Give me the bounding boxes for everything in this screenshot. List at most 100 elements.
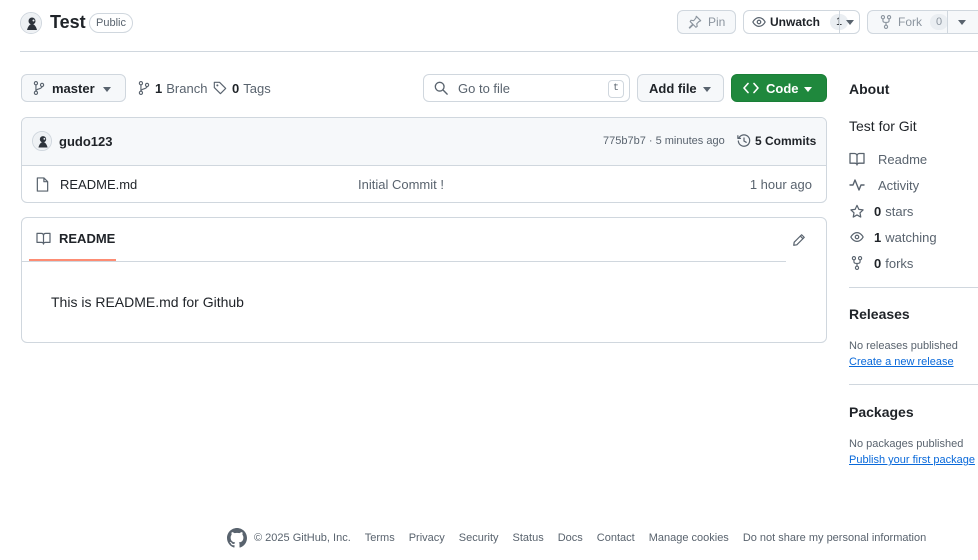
unwatch-label: Unwatch (770, 15, 821, 29)
branch-name: master (52, 80, 95, 96)
commit-author[interactable]: gudo123 (59, 134, 112, 149)
branch-icon (33, 81, 45, 95)
divider (947, 11, 948, 33)
fork-icon (880, 15, 892, 29)
file-name[interactable]: README.md (60, 177, 137, 192)
branch-icon (138, 81, 150, 95)
sidebar-divider (849, 384, 978, 385)
book-icon (849, 152, 865, 166)
branches-count: 1 (155, 80, 163, 96)
repo-header: Test Public Pin Unwatch 1 Fork 0 (20, 10, 978, 40)
sidebar-item-label: Readme (878, 151, 928, 167)
branch-selector[interactable]: master (21, 74, 126, 102)
commits-label: 5 Commits (755, 134, 817, 148)
about-description: Test for Git (849, 118, 917, 134)
tab-readme[interactable]: README (29, 218, 116, 261)
unwatch-button[interactable]: Unwatch 1 (743, 10, 860, 34)
footer-copyright: © 2025 GitHub, Inc. (254, 532, 351, 544)
table-row[interactable]: README.md Initial Commit ! 1 hour ago (22, 166, 826, 202)
sidebar-item-label: stars (885, 203, 914, 219)
create-release-link[interactable]: Create a new release (849, 356, 954, 368)
readme-content: This is README.md for Github (51, 294, 244, 310)
footer-link-security[interactable]: Security (459, 532, 499, 544)
footer-link-do-not-share[interactable]: Do not share my personal information (743, 532, 926, 544)
releases-empty-text: No releases published (849, 340, 958, 352)
tags-count: 0 (232, 80, 240, 96)
fork-button[interactable]: Fork 0 (867, 10, 978, 34)
repo-name[interactable]: Test (50, 12, 86, 33)
code-icon (743, 82, 759, 94)
pin-icon (688, 15, 702, 29)
sidebar-item-count: 0 (874, 203, 882, 219)
footer-link-status[interactable]: Status (513, 532, 544, 544)
sidebar-item-label: watching (885, 229, 937, 245)
releases-heading[interactable]: Releases (849, 306, 910, 322)
readme-panel: README This is README.md for Github (21, 217, 827, 343)
owner-avatar[interactable] (20, 12, 42, 34)
file-commit-message[interactable]: Initial Commit ! (358, 177, 444, 192)
footer-link-docs[interactable]: Docs (558, 532, 583, 544)
fork-icon (851, 256, 863, 270)
branches-label: Branch (166, 80, 208, 96)
sidebar-item-count: 0 (874, 255, 882, 271)
pin-label: Pin (708, 15, 726, 29)
footer-link-terms[interactable]: Terms (365, 532, 395, 544)
packages-heading[interactable]: Packages (849, 404, 914, 420)
chevron-down-icon (103, 87, 111, 92)
sidebar-item-watching[interactable]: 1 watching (849, 228, 937, 246)
history-icon (737, 134, 751, 147)
footer-link-privacy[interactable]: Privacy (409, 532, 445, 544)
author-avatar[interactable] (32, 131, 52, 151)
chevron-down-icon[interactable] (846, 20, 854, 25)
pencil-icon[interactable] (792, 233, 806, 247)
sidebar-item-stars[interactable]: 0 stars (849, 202, 913, 220)
search-placeholder: Go to file (458, 80, 511, 96)
footer-link-contact[interactable]: Contact (597, 532, 635, 544)
add-file-label: Add file (649, 80, 697, 96)
go-to-file-input[interactable]: Go to file t (423, 74, 630, 102)
tag-icon (213, 81, 227, 95)
fork-counter: 0 (930, 14, 948, 30)
divider (839, 11, 840, 33)
file-icon (36, 177, 49, 192)
sidebar-item-label: forks (885, 255, 914, 271)
publish-package-link[interactable]: Publish your first package (849, 454, 975, 466)
about-heading: About (849, 81, 890, 97)
sidebar-item-count: 1 (874, 229, 882, 245)
commit-hash-time[interactable]: 775b7b7 · 5 minutes ago (603, 135, 725, 147)
file-commit-time: 1 hour ago (749, 177, 812, 192)
pulse-icon (849, 179, 865, 191)
tags-label: Tags (243, 80, 271, 96)
code-button[interactable]: Code (731, 74, 827, 102)
footer: © 2025 GitHub, Inc. Terms Privacy Securi… (227, 528, 926, 548)
sidebar-item-forks[interactable]: 0 forks (849, 254, 913, 272)
packages-empty-text: No packages published (849, 438, 964, 450)
file-table: gudo123 775b7b7 · 5 minutes ago 5 Commit… (21, 117, 827, 203)
chevron-down-icon (703, 87, 711, 92)
tags-link[interactable]: 0 Tags (213, 74, 271, 102)
sidebar-divider (849, 287, 978, 288)
keyboard-shortcut: t (608, 80, 624, 98)
readme-tab-label: README (59, 231, 116, 246)
eye-icon (752, 17, 766, 27)
add-file-button[interactable]: Add file (637, 74, 724, 102)
chevron-down-icon (804, 87, 812, 92)
header-divider (20, 51, 978, 52)
code-label: Code (766, 80, 799, 96)
footer-link-manage-cookies[interactable]: Manage cookies (649, 532, 729, 544)
star-icon (850, 204, 864, 218)
readme-divider (22, 261, 786, 262)
branches-link[interactable]: 1 Branch (138, 74, 207, 102)
github-logo-icon[interactable] (227, 528, 247, 548)
chevron-down-icon[interactable] (958, 20, 966, 25)
eye-icon (850, 232, 864, 242)
pin-button[interactable]: Pin (677, 10, 736, 34)
latest-commit-bar: gudo123 775b7b7 · 5 minutes ago 5 Commit… (22, 118, 826, 166)
commits-link[interactable]: 5 Commits (737, 134, 816, 148)
visibility-badge: Public (89, 13, 133, 33)
fork-label: Fork (898, 15, 922, 29)
sidebar-item-readme[interactable]: Readme (849, 150, 927, 168)
sidebar-item-label: Activity (878, 177, 920, 193)
search-icon (434, 81, 448, 95)
sidebar-item-activity[interactable]: Activity (849, 176, 919, 194)
